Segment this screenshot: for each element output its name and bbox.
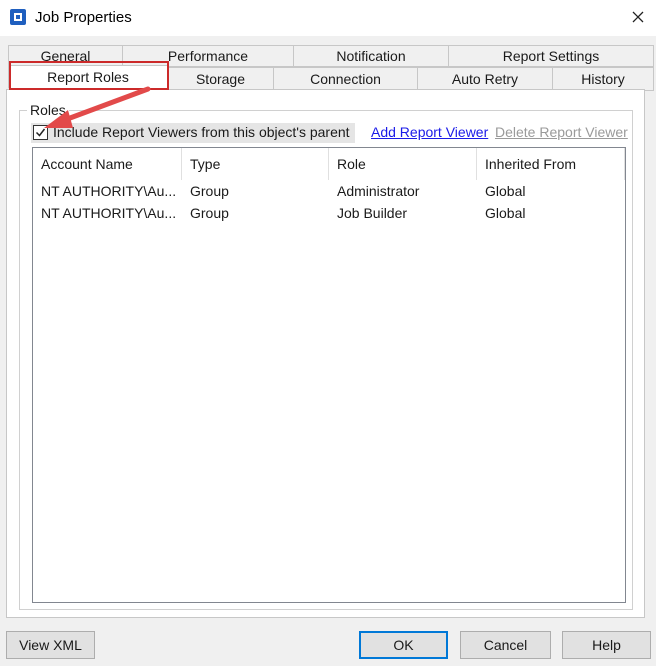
close-icon[interactable]	[628, 7, 648, 27]
title-bar: Job Properties	[0, 0, 656, 36]
view-xml-button[interactable]: View XML	[6, 631, 95, 659]
table-row[interactable]: NT AUTHORITY\Au... Group Job Builder Glo…	[33, 202, 625, 224]
tab-notification[interactable]: Notification	[293, 45, 449, 67]
tab-general[interactable]: General	[8, 45, 123, 67]
tab-connection[interactable]: Connection	[273, 67, 418, 91]
column-header-type[interactable]: Type	[182, 148, 329, 180]
roles-group-label: Roles	[27, 102, 69, 118]
column-header-role[interactable]: Role	[329, 148, 477, 180]
include-viewers-checkbox[interactable]	[33, 125, 48, 140]
cancel-button[interactable]: Cancel	[460, 631, 551, 659]
column-header-inherited-from[interactable]: Inherited From	[477, 148, 625, 180]
column-header-account-name[interactable]: Account Name	[33, 148, 182, 180]
cell-type: Group	[190, 183, 229, 199]
tab-report-roles[interactable]: Report Roles	[8, 65, 168, 89]
cell-inherited-from: Global	[485, 183, 526, 199]
app-icon	[10, 9, 26, 25]
tab-report-settings[interactable]: Report Settings	[448, 45, 654, 67]
cell-type: Group	[190, 205, 229, 221]
table-row[interactable]: NT AUTHORITY\Au... Group Administrator G…	[33, 180, 625, 202]
ok-button[interactable]: OK	[359, 631, 448, 659]
delete-report-viewer-link: Delete Report Viewer	[495, 124, 628, 140]
cell-account-name: NT AUTHORITY\Au...	[41, 183, 177, 199]
cell-account-name: NT AUTHORITY\Au...	[41, 205, 177, 221]
tab-performance[interactable]: Performance	[122, 45, 294, 67]
help-button[interactable]: Help	[562, 631, 651, 659]
include-viewers-label[interactable]: Include Report Viewers from this object'…	[53, 124, 350, 140]
cell-role: Job Builder	[337, 205, 408, 221]
cell-inherited-from: Global	[485, 205, 526, 221]
add-report-viewer-link[interactable]: Add Report Viewer	[371, 124, 488, 140]
window-title: Job Properties	[35, 9, 132, 26]
cell-role: Administrator	[337, 183, 420, 199]
tab-auto-retry[interactable]: Auto Retry	[417, 67, 553, 91]
tab-storage[interactable]: Storage	[167, 67, 274, 91]
checkmark-icon	[35, 128, 46, 137]
tab-history[interactable]: History	[552, 67, 654, 91]
report-viewers-list[interactable]: Account Name Type Role Inherited From NT…	[32, 147, 626, 603]
